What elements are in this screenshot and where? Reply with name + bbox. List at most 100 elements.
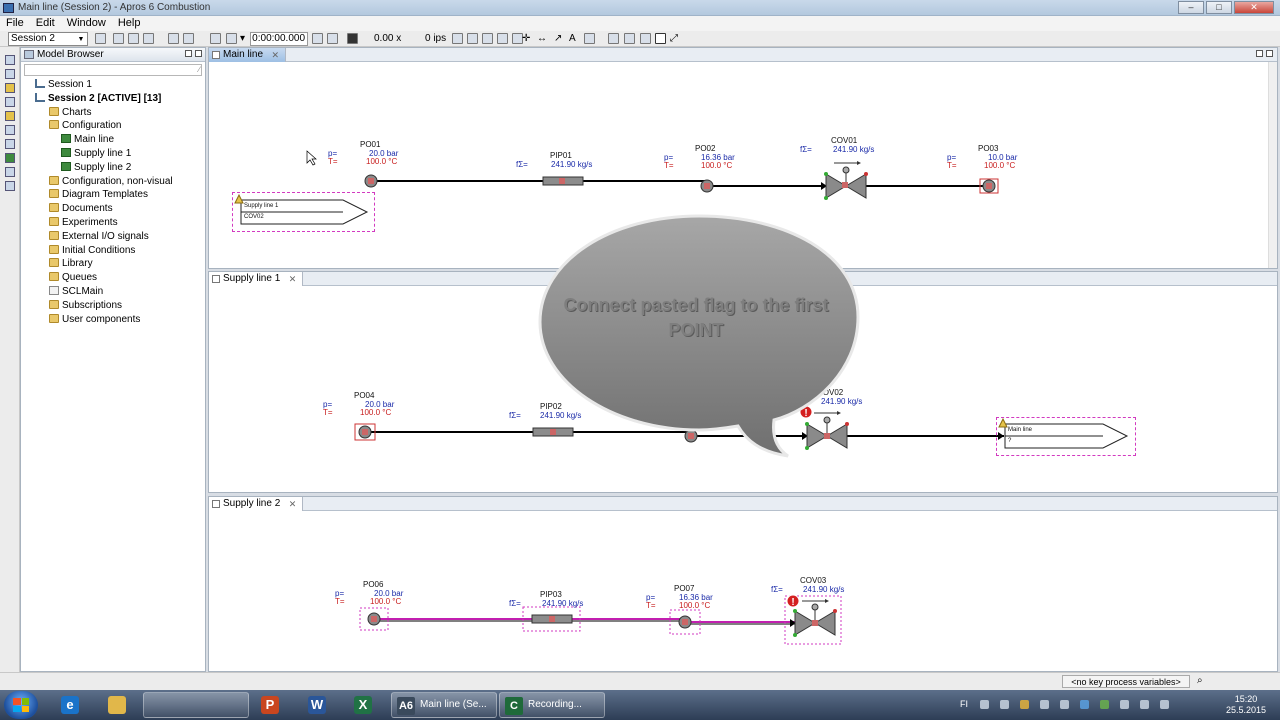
flag-supply-line-1[interactable]: Supply line 1 COV02 bbox=[232, 192, 375, 232]
taskbar-ie[interactable]: e bbox=[50, 692, 90, 718]
taskbar-explorer[interactable] bbox=[97, 692, 137, 718]
undo-icon[interactable] bbox=[168, 33, 179, 44]
pan-tool-icon[interactable]: ⤢ bbox=[670, 33, 678, 45]
save-icon[interactable] bbox=[128, 33, 139, 44]
connect-icon[interactable]: ↗ bbox=[554, 33, 562, 45]
tree-item[interactable]: Documents bbox=[49, 202, 113, 215]
record-icon[interactable] bbox=[347, 33, 358, 44]
taskbar-blank-window[interactable] bbox=[143, 692, 249, 718]
tree-item[interactable]: Main line bbox=[61, 133, 114, 146]
layout-icon[interactable] bbox=[482, 33, 493, 44]
tree-item[interactable]: Queues bbox=[49, 271, 97, 284]
warning-tool-icon[interactable] bbox=[5, 83, 15, 93]
vertical-scrollbar[interactable] bbox=[1268, 62, 1277, 268]
tree-item[interactable]: Session 1 bbox=[35, 78, 92, 91]
resize-icon[interactable]: ↔ bbox=[537, 33, 547, 45]
tray-clock[interactable]: 15:20 25.5.2015 bbox=[1226, 694, 1266, 716]
tool-icon[interactable] bbox=[5, 97, 15, 107]
tree-item[interactable]: Configuration bbox=[49, 119, 121, 132]
align-icon[interactable] bbox=[497, 33, 508, 44]
maximize-button[interactable]: □ bbox=[1206, 1, 1232, 14]
minimize-view-icon[interactable] bbox=[185, 50, 192, 57]
taskbar-recording-window[interactable]: C Recording... bbox=[499, 692, 605, 718]
tray-app-icon[interactable] bbox=[1000, 700, 1009, 709]
tray-app-icon[interactable] bbox=[1060, 700, 1069, 709]
tab-supply-line-2[interactable]: Supply line 2 ✕ bbox=[209, 497, 304, 511]
run-dropdown-icon[interactable]: ▾ bbox=[240, 33, 245, 45]
tray-app-icon[interactable] bbox=[1020, 700, 1029, 709]
search-icon[interactable]: ⌕ bbox=[1197, 675, 1203, 687]
taskbar-word[interactable]: W bbox=[297, 692, 337, 718]
tree-item[interactable]: Library bbox=[49, 257, 93, 270]
minimize-button[interactable]: – bbox=[1178, 1, 1204, 14]
tray-chevron-icon[interactable] bbox=[980, 700, 989, 709]
tool-icon[interactable] bbox=[5, 167, 15, 177]
point-po03[interactable] bbox=[979, 178, 999, 194]
taskbar-excel[interactable]: X bbox=[343, 692, 383, 718]
text-icon[interactable]: A bbox=[569, 33, 576, 45]
bluetooth-icon[interactable] bbox=[1080, 700, 1089, 709]
move-icon[interactable]: ✛ bbox=[522, 33, 530, 45]
zoom-icon[interactable] bbox=[608, 33, 619, 44]
maximize-view-icon[interactable] bbox=[1266, 50, 1273, 57]
menu-window[interactable]: Window bbox=[61, 16, 112, 31]
tree-item[interactable]: External I/O signals bbox=[49, 230, 149, 243]
flag-main-line[interactable]: Main line ? bbox=[996, 417, 1136, 456]
reset-time-icon[interactable] bbox=[327, 33, 338, 44]
menu-edit[interactable]: Edit bbox=[30, 16, 61, 31]
taskbar-apros-window[interactable]: A6 Main line (Se... bbox=[391, 692, 497, 718]
menu-file[interactable]: File bbox=[0, 16, 30, 31]
tree-item[interactable]: Session 2 [ACTIVE] [13] bbox=[35, 92, 161, 105]
browser-filter-input[interactable]: ∕ bbox=[24, 64, 202, 76]
tool-icon[interactable] bbox=[5, 55, 15, 65]
pipe-pip01[interactable] bbox=[542, 176, 584, 186]
maximize-view-icon[interactable] bbox=[195, 50, 202, 57]
alert-tool-icon[interactable] bbox=[5, 111, 15, 121]
grid-icon[interactable] bbox=[452, 33, 463, 44]
session-select[interactable]: Session 2 ▼ bbox=[8, 32, 88, 46]
start-button[interactable] bbox=[4, 691, 38, 719]
tab-supply-line-1[interactable]: Supply line 1 ✕ bbox=[209, 272, 304, 286]
copy-icon[interactable] bbox=[113, 33, 124, 44]
tool-icon[interactable] bbox=[5, 153, 15, 163]
print-icon[interactable] bbox=[624, 33, 635, 44]
time-spinner-icon[interactable] bbox=[312, 33, 323, 44]
tree-item[interactable]: Configuration, non-visual bbox=[49, 175, 173, 188]
pointer-tool-icon[interactable] bbox=[655, 33, 666, 44]
tool-icon[interactable] bbox=[5, 139, 15, 149]
tool-icon[interactable] bbox=[5, 125, 15, 135]
tree-item[interactable]: Supply line 2 bbox=[61, 161, 131, 174]
tab-main-line[interactable]: Main line ✕ bbox=[209, 48, 287, 62]
point-po02[interactable] bbox=[700, 179, 714, 193]
tray-app-icon[interactable] bbox=[1100, 700, 1109, 709]
tree-item[interactable]: Charts bbox=[49, 106, 91, 119]
run-icon[interactable] bbox=[226, 33, 237, 44]
tree-item[interactable]: Subscriptions bbox=[49, 299, 122, 312]
menu-help[interactable]: Help bbox=[112, 16, 147, 31]
clear-filter-icon[interactable]: ∕ bbox=[199, 65, 200, 74]
tool-icon[interactable] bbox=[5, 69, 15, 79]
close-tab-icon[interactable]: ✕ bbox=[271, 48, 279, 62]
valve-cov01[interactable] bbox=[824, 161, 868, 200]
tree-item[interactable]: Supply line 1 bbox=[61, 147, 131, 160]
tree-item[interactable]: Experiments bbox=[49, 216, 118, 229]
point-po01[interactable] bbox=[364, 174, 378, 188]
supply-line-2-canvas[interactable]: ! PO06 p= T= 20.0 bar 100.0 °C PIP03 fΣ=… bbox=[209, 511, 1277, 671]
close-tab-icon[interactable]: ✕ bbox=[289, 497, 297, 511]
tree-item[interactable]: Initial Conditions bbox=[49, 244, 135, 257]
network-icon[interactable] bbox=[1120, 700, 1129, 709]
minimize-view-icon[interactable] bbox=[1256, 50, 1263, 57]
step-icon[interactable] bbox=[210, 33, 221, 44]
new-icon[interactable] bbox=[95, 33, 106, 44]
tray-app-icon[interactable] bbox=[1140, 700, 1149, 709]
tree-item[interactable]: User components bbox=[49, 313, 140, 326]
export-icon[interactable] bbox=[640, 33, 651, 44]
table-icon[interactable] bbox=[467, 33, 478, 44]
close-button[interactable]: ✕ bbox=[1234, 1, 1274, 14]
link-icon[interactable] bbox=[584, 33, 595, 44]
tree-item[interactable]: Diagram Templates bbox=[49, 188, 148, 201]
pipe-pip03[interactable] bbox=[522, 606, 581, 632]
taskbar-powerpoint[interactable]: P bbox=[250, 692, 290, 718]
volume-icon[interactable] bbox=[1160, 700, 1169, 709]
language-indicator[interactable]: FI bbox=[960, 699, 968, 709]
